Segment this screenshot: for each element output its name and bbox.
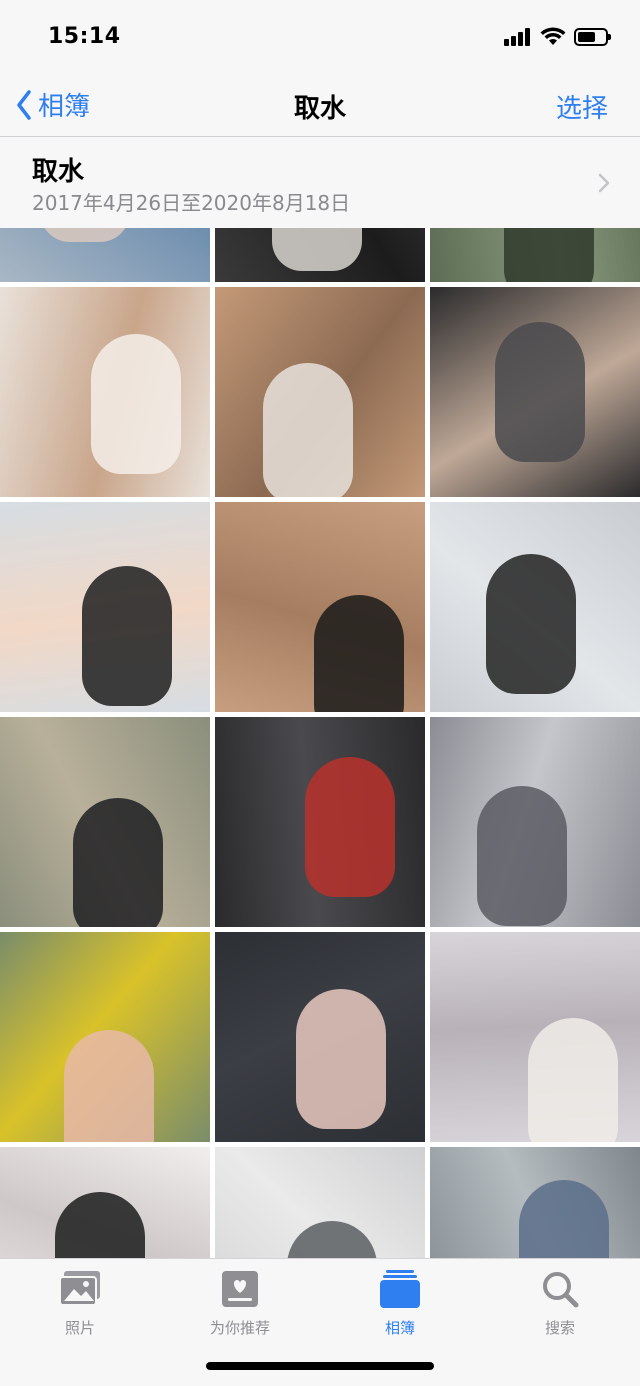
status-time: 15:14 [48,24,121,49]
tab-albums[interactable]: 相簿 [320,1265,480,1339]
photo-13[interactable] [0,932,210,1142]
photo-12[interactable] [430,717,640,927]
tab-label-albums: 相簿 [384,1319,415,1337]
navigation-bar: 相簿 取水 选择 [0,78,640,137]
photo-subject [263,363,353,497]
photo-subject [55,1192,145,1258]
photo-14[interactable] [215,932,425,1142]
photo-6[interactable] [430,287,640,497]
tab-search[interactable]: 搜索 [480,1265,640,1339]
photo-subject [504,228,594,282]
photo-15[interactable] [430,932,640,1142]
photo-subject [519,1180,609,1258]
tab-for-you[interactable]: 为你推荐 [160,1265,320,1339]
page-title: 取水 [293,94,346,124]
for-you-icon [222,1271,258,1307]
photo-4[interactable] [0,287,210,497]
photo-subject [477,786,567,926]
photo-subject [305,757,395,897]
photo-10[interactable] [0,717,210,927]
wifi-icon [540,27,566,45]
photo-subject [91,334,181,474]
photo-subject [486,554,576,694]
photos-icon [59,1271,100,1306]
cellular-signal-icon [504,28,532,46]
photo-subject [82,566,172,706]
album-date-range: 2017年4月26日至2020年8月18日 [32,191,351,215]
tab-label-search: 搜索 [544,1319,575,1337]
select-button[interactable]: 选择 [556,88,608,125]
photo-3[interactable] [430,228,640,282]
tab-photos[interactable]: 照片 [0,1265,160,1339]
photo-18[interactable] [430,1147,640,1258]
photo-subject [528,1018,618,1142]
search-icon [543,1272,579,1308]
album-header[interactable]: 取水 2017年4月26日至2020年8月18日 [0,137,640,228]
photo-2[interactable] [215,228,425,282]
tab-label-photos: 照片 [64,1319,95,1337]
photo-17[interactable] [215,1147,425,1258]
battery-icon [574,28,611,46]
photo-5[interactable] [215,287,425,497]
chevron-right-icon [598,173,610,193]
photo-subject [287,1221,377,1258]
photo-1[interactable] [0,228,210,282]
photo-subject [495,322,585,462]
photo-subject [73,798,163,927]
albums-icon [380,1270,420,1308]
photo-subject [296,989,386,1129]
photo-9[interactable] [430,502,640,712]
photo-subject [40,228,130,242]
photo-8[interactable] [215,502,425,712]
home-indicator[interactable] [206,1362,434,1370]
photo-16[interactable] [0,1147,210,1258]
photo-11[interactable] [215,717,425,927]
tab-label-for-you: 为你推荐 [209,1319,270,1337]
photo-subject [272,228,362,271]
photo-subject [314,595,404,712]
status-bar: 15:14 [0,0,640,78]
album-name: 取水 [32,157,85,187]
photo-7[interactable] [0,502,210,712]
photo-subject [64,1030,154,1142]
photo-grid [0,228,640,1258]
